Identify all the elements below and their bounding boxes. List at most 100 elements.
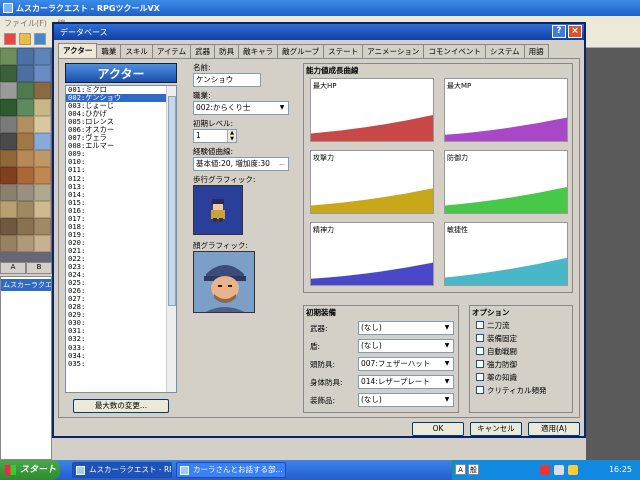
equipment-select[interactable]: (なし) ▼ xyxy=(358,393,454,407)
tab-enemies[interactable]: 敵キャラ xyxy=(238,44,279,58)
tab-weapons[interactable]: 武器 xyxy=(190,44,216,58)
option-checkbox-row[interactable]: クリティカル頻発 xyxy=(472,384,570,396)
tile[interactable] xyxy=(17,150,34,167)
tab-armors[interactable]: 防具 xyxy=(214,44,240,58)
tile[interactable] xyxy=(34,201,51,218)
change-maximum-button[interactable]: 最大数の変更... xyxy=(73,399,169,413)
initial-level-stepper[interactable]: 1 ▲ ▼ xyxy=(193,129,237,143)
tile[interactable] xyxy=(0,218,17,235)
equipment-select[interactable]: (なし) ▼ xyxy=(358,321,454,335)
tile[interactable] xyxy=(0,235,17,252)
tile[interactable] xyxy=(17,116,34,133)
tile[interactable] xyxy=(17,218,34,235)
new-project-icon[interactable] xyxy=(4,33,16,45)
tab-troops[interactable]: 敵グループ xyxy=(277,44,325,58)
actor-list[interactable]: 001:ミクロ 002:ケンショウ 003:じょーじ 004:ひかげ 005:ロレンス 0… xyxy=(65,85,177,393)
option-checkbox-row[interactable]: 二刀流 xyxy=(472,319,570,331)
parameter-curve[interactable]: 攻撃力 xyxy=(310,150,434,214)
face-graphic-portrait[interactable] xyxy=(193,251,255,313)
tab-system[interactable]: システム xyxy=(484,44,525,58)
tile[interactable] xyxy=(17,133,34,150)
scrollbar-thumb[interactable] xyxy=(168,96,176,306)
tab-animations[interactable]: アニメーション xyxy=(362,44,425,58)
tile[interactable] xyxy=(0,116,17,133)
close-button[interactable]: × xyxy=(568,25,582,38)
checkbox[interactable] xyxy=(476,373,484,381)
tile[interactable] xyxy=(34,99,51,116)
tile[interactable] xyxy=(34,82,51,99)
taskbar-item-rpgmaker[interactable]: ムスカーラクエスト - RP... xyxy=(72,462,172,478)
parameter-curve[interactable]: 防御力 xyxy=(444,150,568,214)
tileset-tab-b[interactable]: B xyxy=(26,262,52,274)
tab-classes[interactable]: 職業 xyxy=(96,44,122,58)
walk-graphic-sprite[interactable] xyxy=(193,185,243,235)
tile[interactable] xyxy=(0,184,17,201)
help-button[interactable]: ? xyxy=(552,25,566,38)
taskbar-item-browser[interactable]: カーラさんとお話する部... xyxy=(176,462,286,478)
tile[interactable] xyxy=(0,167,17,184)
parameter-curve[interactable]: 最大MP xyxy=(444,78,568,142)
spin-arrows-icon[interactable]: ▲ ▼ xyxy=(227,130,236,142)
security-icon[interactable] xyxy=(540,465,550,475)
tileset-tab-a[interactable]: A xyxy=(0,262,26,274)
save-project-icon[interactable] xyxy=(34,33,46,45)
ime-kanji-button[interactable]: 般 xyxy=(468,464,479,475)
tab-common-events[interactable]: コモンイベント xyxy=(423,44,486,58)
exp-curve-field[interactable]: 基本値:20, 増加度:30 ... xyxy=(193,157,289,171)
tile[interactable] xyxy=(34,116,51,133)
tile[interactable] xyxy=(0,150,17,167)
tile[interactable] xyxy=(17,48,34,65)
tile[interactable] xyxy=(17,235,34,252)
checkbox[interactable] xyxy=(476,347,484,355)
tile[interactable] xyxy=(0,99,17,116)
tile[interactable] xyxy=(34,48,51,65)
actor-list-item[interactable]: 035: xyxy=(66,359,176,368)
equipment-select[interactable]: 007:フェザーハット ▼ xyxy=(358,357,454,371)
equipment-select[interactable]: 014:レザープレート ▼ xyxy=(358,375,454,389)
tile[interactable] xyxy=(0,48,17,65)
tile[interactable] xyxy=(17,201,34,218)
tile[interactable] xyxy=(17,184,34,201)
network-icon[interactable] xyxy=(554,465,564,475)
tile[interactable] xyxy=(0,133,17,150)
actor-list-scrollbar[interactable] xyxy=(166,86,176,392)
tile[interactable] xyxy=(0,82,17,99)
tile[interactable] xyxy=(17,99,34,116)
checkbox[interactable] xyxy=(476,360,484,368)
map-tree-root[interactable]: ムスカーラクエ xyxy=(1,279,51,291)
checkbox[interactable] xyxy=(476,386,484,394)
tile[interactable] xyxy=(17,167,34,184)
tab-items[interactable]: アイテム xyxy=(151,44,192,58)
volume-icon[interactable] xyxy=(568,465,578,475)
tab-terms[interactable]: 用語 xyxy=(523,44,549,58)
class-select[interactable]: 002:からくり士 ▼ xyxy=(193,101,289,115)
tab-skills[interactable]: スキル xyxy=(120,44,153,58)
tile[interactable] xyxy=(34,133,51,150)
ime-mode-button[interactable]: A xyxy=(455,464,466,475)
name-input[interactable]: ケンショウ xyxy=(193,73,261,87)
equipment-select[interactable]: (なし) ▼ xyxy=(358,339,454,353)
option-checkbox-row[interactable]: 自動戦闘 xyxy=(472,345,570,357)
parameter-curve[interactable]: 敏捷性 xyxy=(444,222,568,286)
start-button[interactable]: スタート xyxy=(0,460,60,480)
apply-button[interactable]: 適用(A) xyxy=(528,422,580,436)
cancel-button[interactable]: キャンセル xyxy=(470,422,522,436)
tab-states[interactable]: ステート xyxy=(323,44,364,58)
open-project-icon[interactable] xyxy=(19,33,31,45)
tile[interactable] xyxy=(34,184,51,201)
tileset-palette[interactable] xyxy=(0,48,52,263)
exp-curve-button[interactable]: ... xyxy=(277,159,287,169)
tile[interactable] xyxy=(34,150,51,167)
parameter-curve[interactable]: 精神力 xyxy=(310,222,434,286)
tile[interactable] xyxy=(0,201,17,218)
map-canvas[interactable] xyxy=(586,48,640,460)
tile[interactable] xyxy=(17,65,34,82)
tab-actors[interactable]: アクター xyxy=(58,43,98,58)
ok-button[interactable]: OK xyxy=(412,422,464,436)
tile[interactable] xyxy=(34,65,51,82)
checkbox[interactable] xyxy=(476,321,484,329)
parameter-curve[interactable]: 最大HP xyxy=(310,78,434,142)
menu-file[interactable]: ファイル(F) xyxy=(4,19,47,28)
option-checkbox-row[interactable]: 装備固定 xyxy=(472,332,570,344)
tile[interactable] xyxy=(0,65,17,82)
